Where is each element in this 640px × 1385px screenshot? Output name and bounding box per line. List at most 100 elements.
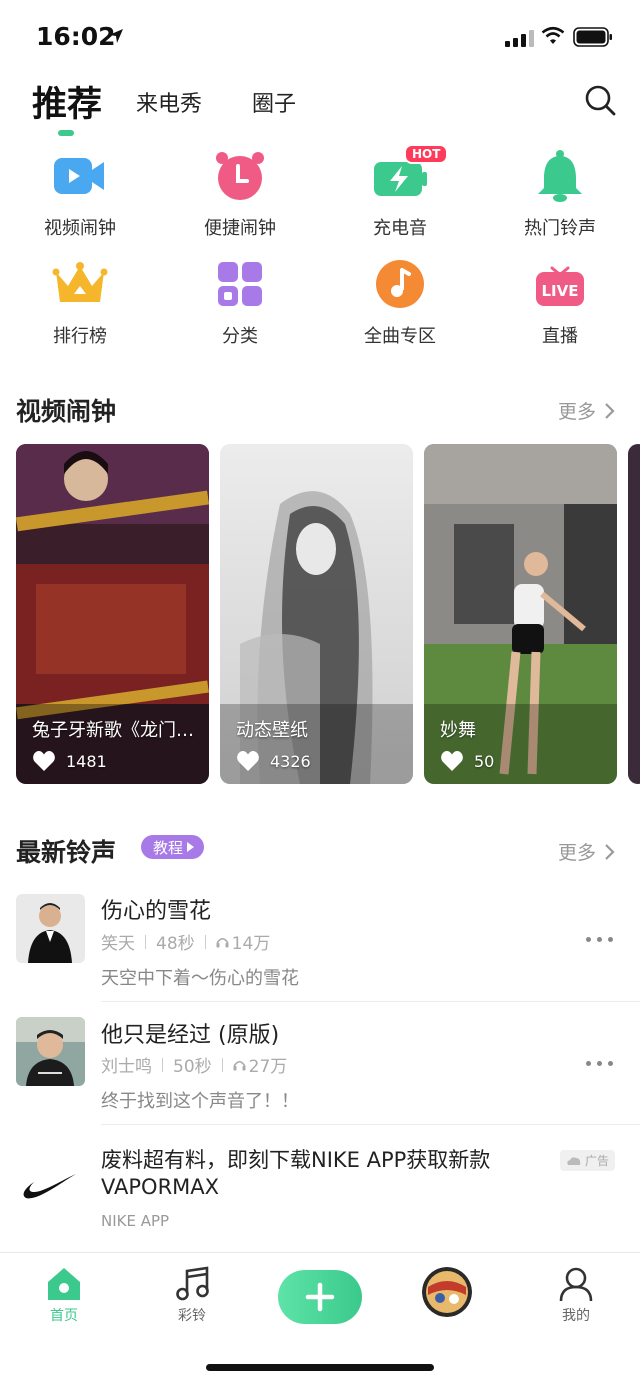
- more-options-icon[interactable]: [586, 937, 613, 942]
- home-icon: [48, 1268, 80, 1300]
- avatar: [16, 894, 85, 963]
- video-more-link[interactable]: 更多: [558, 397, 616, 424]
- ad-badge-label: 广告: [585, 1154, 610, 1168]
- ad-title: 废料超有料，即刻下载NIKE APP获取新款VAPORMAX: [101, 1148, 491, 1199]
- video-title: 兔子牙新歌《龙门客栈》: [32, 720, 197, 741]
- music-note-icon: [376, 260, 424, 308]
- nav-label: 我的: [562, 1308, 590, 1324]
- home-indicator: [206, 1364, 434, 1371]
- grid-item-full-songs[interactable]: 全曲专区: [320, 256, 480, 348]
- hot-badge: HOT: [404, 144, 449, 164]
- singer-avatar-image: [16, 1017, 85, 1086]
- location-arrow-icon: [109, 29, 123, 43]
- heart-icon: [237, 751, 259, 771]
- video-likes: 4326: [236, 750, 311, 772]
- video-card[interactable]: 妙舞 50: [424, 444, 617, 784]
- like-count: 4326: [270, 751, 311, 771]
- add-button[interactable]: [278, 1270, 362, 1324]
- tab-circle[interactable]: 圈子: [252, 86, 296, 118]
- ad-cloud-icon: [567, 1156, 581, 1165]
- chevron-right-icon: [605, 402, 615, 419]
- rotating-album-avatar: [422, 1267, 472, 1317]
- video-card-partial[interactable]: [628, 444, 640, 784]
- duration: 48秒: [156, 934, 195, 954]
- nav-home[interactable]: 首页: [14, 1265, 114, 1325]
- ringtone-title: 他只是经过 (原版): [101, 1023, 280, 1048]
- video-card[interactable]: 兔子牙新歌《龙门客栈》 1481: [16, 444, 209, 784]
- grid-label: 全曲专区: [364, 326, 436, 347]
- nav-ringback[interactable]: 彩铃: [142, 1265, 242, 1325]
- video-card[interactable]: 动态壁纸 4326: [220, 444, 413, 784]
- grid-item-quick-alarm[interactable]: 便捷闹钟: [160, 148, 320, 240]
- nav-profile[interactable]: 我的: [526, 1265, 626, 1325]
- ringtone-more-link[interactable]: 更多: [558, 838, 616, 865]
- svg-text:LIVE: LIVE: [542, 282, 579, 300]
- tutorial-badge[interactable]: 教程: [141, 835, 205, 859]
- ringtone-description: 终于找到这个声音了！！: [101, 1091, 299, 1112]
- separator: [145, 934, 146, 949]
- grid-item-charging-sound[interactable]: HOT 充电音: [320, 144, 480, 240]
- live-tv-icon: LIVE: [536, 266, 584, 306]
- category-grid-icon: [218, 262, 262, 306]
- chevron-right-icon: [605, 843, 615, 860]
- more-label: 更多: [558, 842, 597, 864]
- video-title: 妙舞: [440, 720, 476, 741]
- nav-label: 彩铃: [178, 1308, 206, 1324]
- ad-badge: 广告: [560, 1150, 616, 1171]
- more-label: 更多: [558, 401, 597, 423]
- grid-item-ranking[interactable]: 排行榜: [0, 256, 160, 348]
- grid-item-hot-ringtones[interactable]: 热门铃声: [480, 148, 640, 240]
- nav-avatar[interactable]: [422, 1267, 472, 1317]
- grid-label: 视频闹钟: [44, 218, 116, 239]
- bell-icon: [538, 150, 582, 202]
- grid-label: 便捷闹钟: [204, 218, 276, 239]
- grid-item-video-alarm[interactable]: 视频闹钟: [0, 148, 160, 240]
- ringtone-meta: 笑天 48秒 14万: [101, 929, 270, 954]
- duration: 50秒: [173, 1057, 212, 1077]
- plus-icon: [305, 1282, 335, 1312]
- battery-icon: [573, 27, 612, 47]
- singer-avatar-image: [16, 894, 85, 963]
- artist-name: 刘士鸣: [101, 1057, 152, 1077]
- video-carousel[interactable]: 兔子牙新歌《龙门客栈》 1481 动态壁纸 4326: [16, 444, 640, 786]
- ringtone-section-title: 最新铃声: [16, 838, 117, 867]
- grid-label: 排行榜: [53, 326, 107, 347]
- separator: [221, 1057, 223, 1072]
- divider: [101, 1001, 640, 1002]
- like-count: 1481: [66, 751, 107, 771]
- separator: [204, 934, 206, 949]
- nike-swoosh-logo: [23, 1174, 76, 1199]
- plays-value: 14万: [231, 934, 271, 954]
- tab-call-show[interactable]: 来电秀: [136, 86, 202, 118]
- video-camera-icon: [54, 158, 104, 194]
- top-tab-bar: 推荐 来电秀 圈子: [0, 76, 640, 136]
- search-icon[interactable]: [584, 84, 616, 116]
- video-likes: 50: [440, 750, 494, 772]
- grid-label: 热门铃声: [524, 218, 596, 239]
- divider: [101, 1124, 640, 1125]
- tab-recommend[interactable]: 推荐: [32, 76, 102, 127]
- wifi-icon: [541, 26, 565, 44]
- tutorial-label: 教程: [153, 839, 184, 857]
- ringtone-meta: 刘士鸣 50秒 27万: [101, 1052, 287, 1077]
- like-count: 50: [474, 751, 495, 771]
- video-section-title: 视频闹钟: [16, 397, 117, 426]
- user-icon: [559, 1267, 593, 1302]
- plays-value: 27万: [248, 1057, 288, 1077]
- play-count: 27万: [233, 1052, 288, 1077]
- separator: [162, 1057, 163, 1072]
- play-triangle-icon: [187, 842, 195, 852]
- ad-source: NIKE APP: [101, 1212, 170, 1230]
- nav-label: 首页: [50, 1308, 78, 1324]
- artist-name: 笑天: [101, 934, 135, 954]
- grid-label: 直播: [542, 326, 578, 347]
- music-notes-icon: [176, 1266, 209, 1301]
- ringtone-description: 天空中下着～伤心的雪花: [101, 968, 299, 989]
- grid-item-category[interactable]: 分类: [160, 256, 320, 348]
- headphones-icon: [216, 937, 229, 947]
- more-options-icon[interactable]: [586, 1061, 613, 1066]
- grid-label: 分类: [222, 326, 258, 347]
- video-likes: 1481: [32, 750, 107, 772]
- heart-icon: [33, 751, 55, 771]
- grid-item-live[interactable]: LIVE 直播: [480, 256, 640, 348]
